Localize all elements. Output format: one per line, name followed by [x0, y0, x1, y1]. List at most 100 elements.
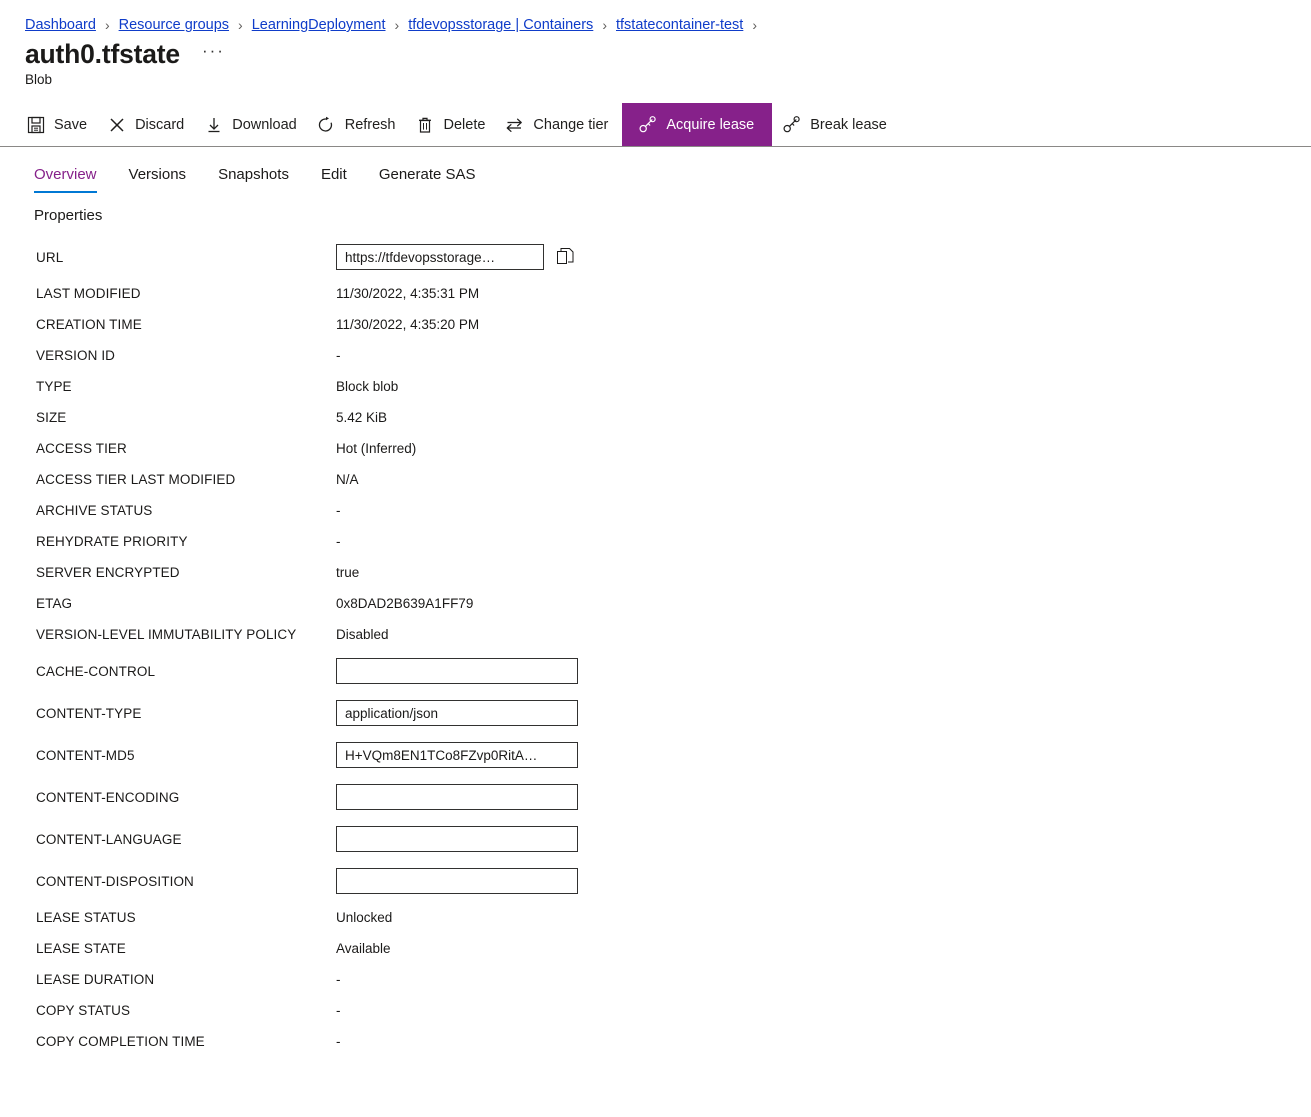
property-value: 11/30/2022, 4:35:20 PM: [336, 317, 480, 332]
url-field-group: [336, 244, 575, 270]
url-input[interactable]: [336, 244, 544, 270]
property-value: -: [336, 503, 341, 518]
save-icon: [26, 115, 45, 134]
breadcrumb-link-2[interactable]: LearningDeployment: [252, 17, 386, 33]
copy-icon[interactable]: [555, 247, 575, 267]
breadcrumb-separator-icon: ›: [752, 17, 757, 33]
property-label: VERSION-LEVEL IMMUTABILITY POLICY: [36, 627, 297, 642]
property-label: LEASE STATUS: [36, 910, 136, 925]
tab-generate-sas[interactable]: Generate SAS: [379, 166, 476, 193]
property-row: CONTENT-TYPE: [36, 692, 1311, 734]
download-button[interactable]: Download: [198, 103, 311, 146]
property-row: SIZE 5.42 KiB: [36, 402, 1311, 433]
property-value: Block blob: [336, 379, 399, 394]
content-encoding-input[interactable]: [336, 784, 578, 810]
command-label: Discard: [135, 116, 185, 133]
breadcrumb-separator-icon: ›: [394, 17, 400, 33]
property-value: N/A: [336, 472, 359, 487]
content-type-input[interactable]: [336, 700, 578, 726]
command-label: Break lease: [810, 116, 887, 133]
property-label: CONTENT-ENCODING: [36, 789, 180, 805]
property-row: CONTENT-ENCODING: [36, 776, 1311, 818]
property-row: CONTENT-LANGUAGE: [36, 818, 1311, 860]
property-label: ARCHIVE STATUS: [36, 503, 153, 518]
command-label: Download: [232, 116, 297, 133]
breadcrumb-link-1[interactable]: Resource groups: [119, 17, 229, 33]
change-tier-button[interactable]: Change tier: [499, 103, 622, 146]
breadcrumb-link-4[interactable]: tfstatecontainer-test: [616, 17, 743, 33]
property-value: Disabled: [336, 627, 389, 642]
command-label: Change tier: [533, 116, 609, 133]
delete-button[interactable]: Delete: [410, 103, 500, 146]
property-value: -: [336, 1003, 341, 1018]
property-value: Unlocked: [336, 910, 393, 925]
break-lease-button[interactable]: Break lease: [776, 103, 901, 146]
content-language-input[interactable]: [336, 826, 578, 852]
breadcrumb-link-0[interactable]: Dashboard: [25, 17, 96, 33]
lease-icon: [782, 115, 801, 134]
property-label: SERVER ENCRYPTED: [36, 565, 180, 580]
properties-heading: Properties: [34, 207, 103, 224]
breadcrumb-separator-icon: ›: [602, 17, 607, 33]
property-value: Hot (Inferred): [336, 441, 417, 456]
property-label: CONTENT-TYPE: [36, 705, 142, 721]
tab-edit[interactable]: Edit: [321, 166, 347, 193]
command-label: Save: [54, 116, 88, 133]
cache-control-input[interactable]: [336, 658, 578, 684]
tab-overview[interactable]: Overview: [34, 166, 97, 193]
acquire-lease-button[interactable]: Acquire lease: [622, 103, 773, 146]
property-row: LEASE STATE Available: [36, 933, 1311, 964]
delete-icon: [416, 115, 435, 134]
property-value: 0x8DAD2B639A1FF79: [336, 596, 474, 611]
property-label: LAST MODIFIED: [36, 286, 141, 301]
refresh-icon: [317, 115, 336, 134]
tab-snapshots[interactable]: Snapshots: [218, 166, 289, 193]
property-row: VERSION-LEVEL IMMUTABILITY POLICY Disable…: [36, 619, 1311, 650]
property-row: ACCESS TIER LAST MODIFIED N/A: [36, 464, 1311, 495]
property-value: 5.42 KiB: [336, 410, 388, 425]
property-row: COPY STATUS -: [36, 995, 1311, 1026]
property-label: COPY STATUS: [36, 1003, 131, 1018]
property-label: ACCESS TIER LAST MODIFIED: [36, 472, 236, 487]
content-md5-input[interactable]: [336, 742, 578, 768]
tab-versions[interactable]: Versions: [129, 166, 187, 193]
property-label: TYPE: [36, 379, 72, 394]
property-label: CONTENT-DISPOSITION: [36, 873, 194, 889]
properties-list: URL LAST MODIFIED 11/30/2022, 4:35:31 PM C…: [0, 236, 1311, 1057]
property-row: LAST MODIFIED 11/30/2022, 4:35:31 PM: [36, 278, 1311, 309]
command-label: Delete: [443, 116, 486, 133]
breadcrumb-separator-icon: ›: [104, 17, 110, 33]
property-value: -: [336, 972, 341, 987]
property-value: -: [336, 348, 341, 363]
property-value: -: [336, 534, 341, 549]
property-row: CREATION TIME 11/30/2022, 4:35:20 PM: [36, 309, 1311, 340]
download-icon: [204, 115, 223, 134]
property-label: COPY COMPLETION TIME: [36, 1034, 205, 1049]
property-label: REHYDRATE PRIORITY: [36, 534, 188, 549]
content-disposition-input[interactable]: [336, 868, 578, 894]
property-row: SERVER ENCRYPTED true: [36, 557, 1311, 588]
lease-icon: [638, 115, 657, 134]
refresh-button[interactable]: Refresh: [311, 103, 410, 146]
property-row: CACHE-CONTROL: [36, 650, 1311, 692]
property-row: ACCESS TIER Hot (Inferred): [36, 433, 1311, 464]
breadcrumb: Dashboard › Resource groups › LearningDeploy…: [0, 0, 1311, 33]
property-row: VERSION ID -: [36, 340, 1311, 371]
property-value: -: [336, 1034, 341, 1049]
property-row: TYPE Block blob: [36, 371, 1311, 402]
page-title: auth0.tfstate: [25, 38, 180, 69]
property-label: SIZE: [36, 410, 67, 425]
property-row: REHYDRATE PRIORITY -: [36, 526, 1311, 557]
tab-bar: Overview Versions Snapshots Edit Generate SA…: [0, 147, 1311, 193]
breadcrumb-separator-icon: ›: [238, 17, 243, 33]
property-value: 11/30/2022, 4:35:31 PM: [336, 286, 480, 301]
discard-button[interactable]: Discard: [101, 103, 198, 146]
breadcrumb-link-3[interactable]: tfdevopsstorage | Containers: [408, 17, 593, 33]
property-label: CONTENT-LANGUAGE: [36, 831, 182, 847]
command-label: Refresh: [344, 116, 396, 133]
property-row: ETAG 0x8DAD2B639A1FF79: [36, 588, 1311, 619]
property-label: CONTENT-MD5: [36, 747, 135, 763]
property-row: LEASE DURATION -: [36, 964, 1311, 995]
save-button[interactable]: Save: [26, 103, 101, 146]
more-options-icon[interactable]: ···: [202, 42, 225, 59]
